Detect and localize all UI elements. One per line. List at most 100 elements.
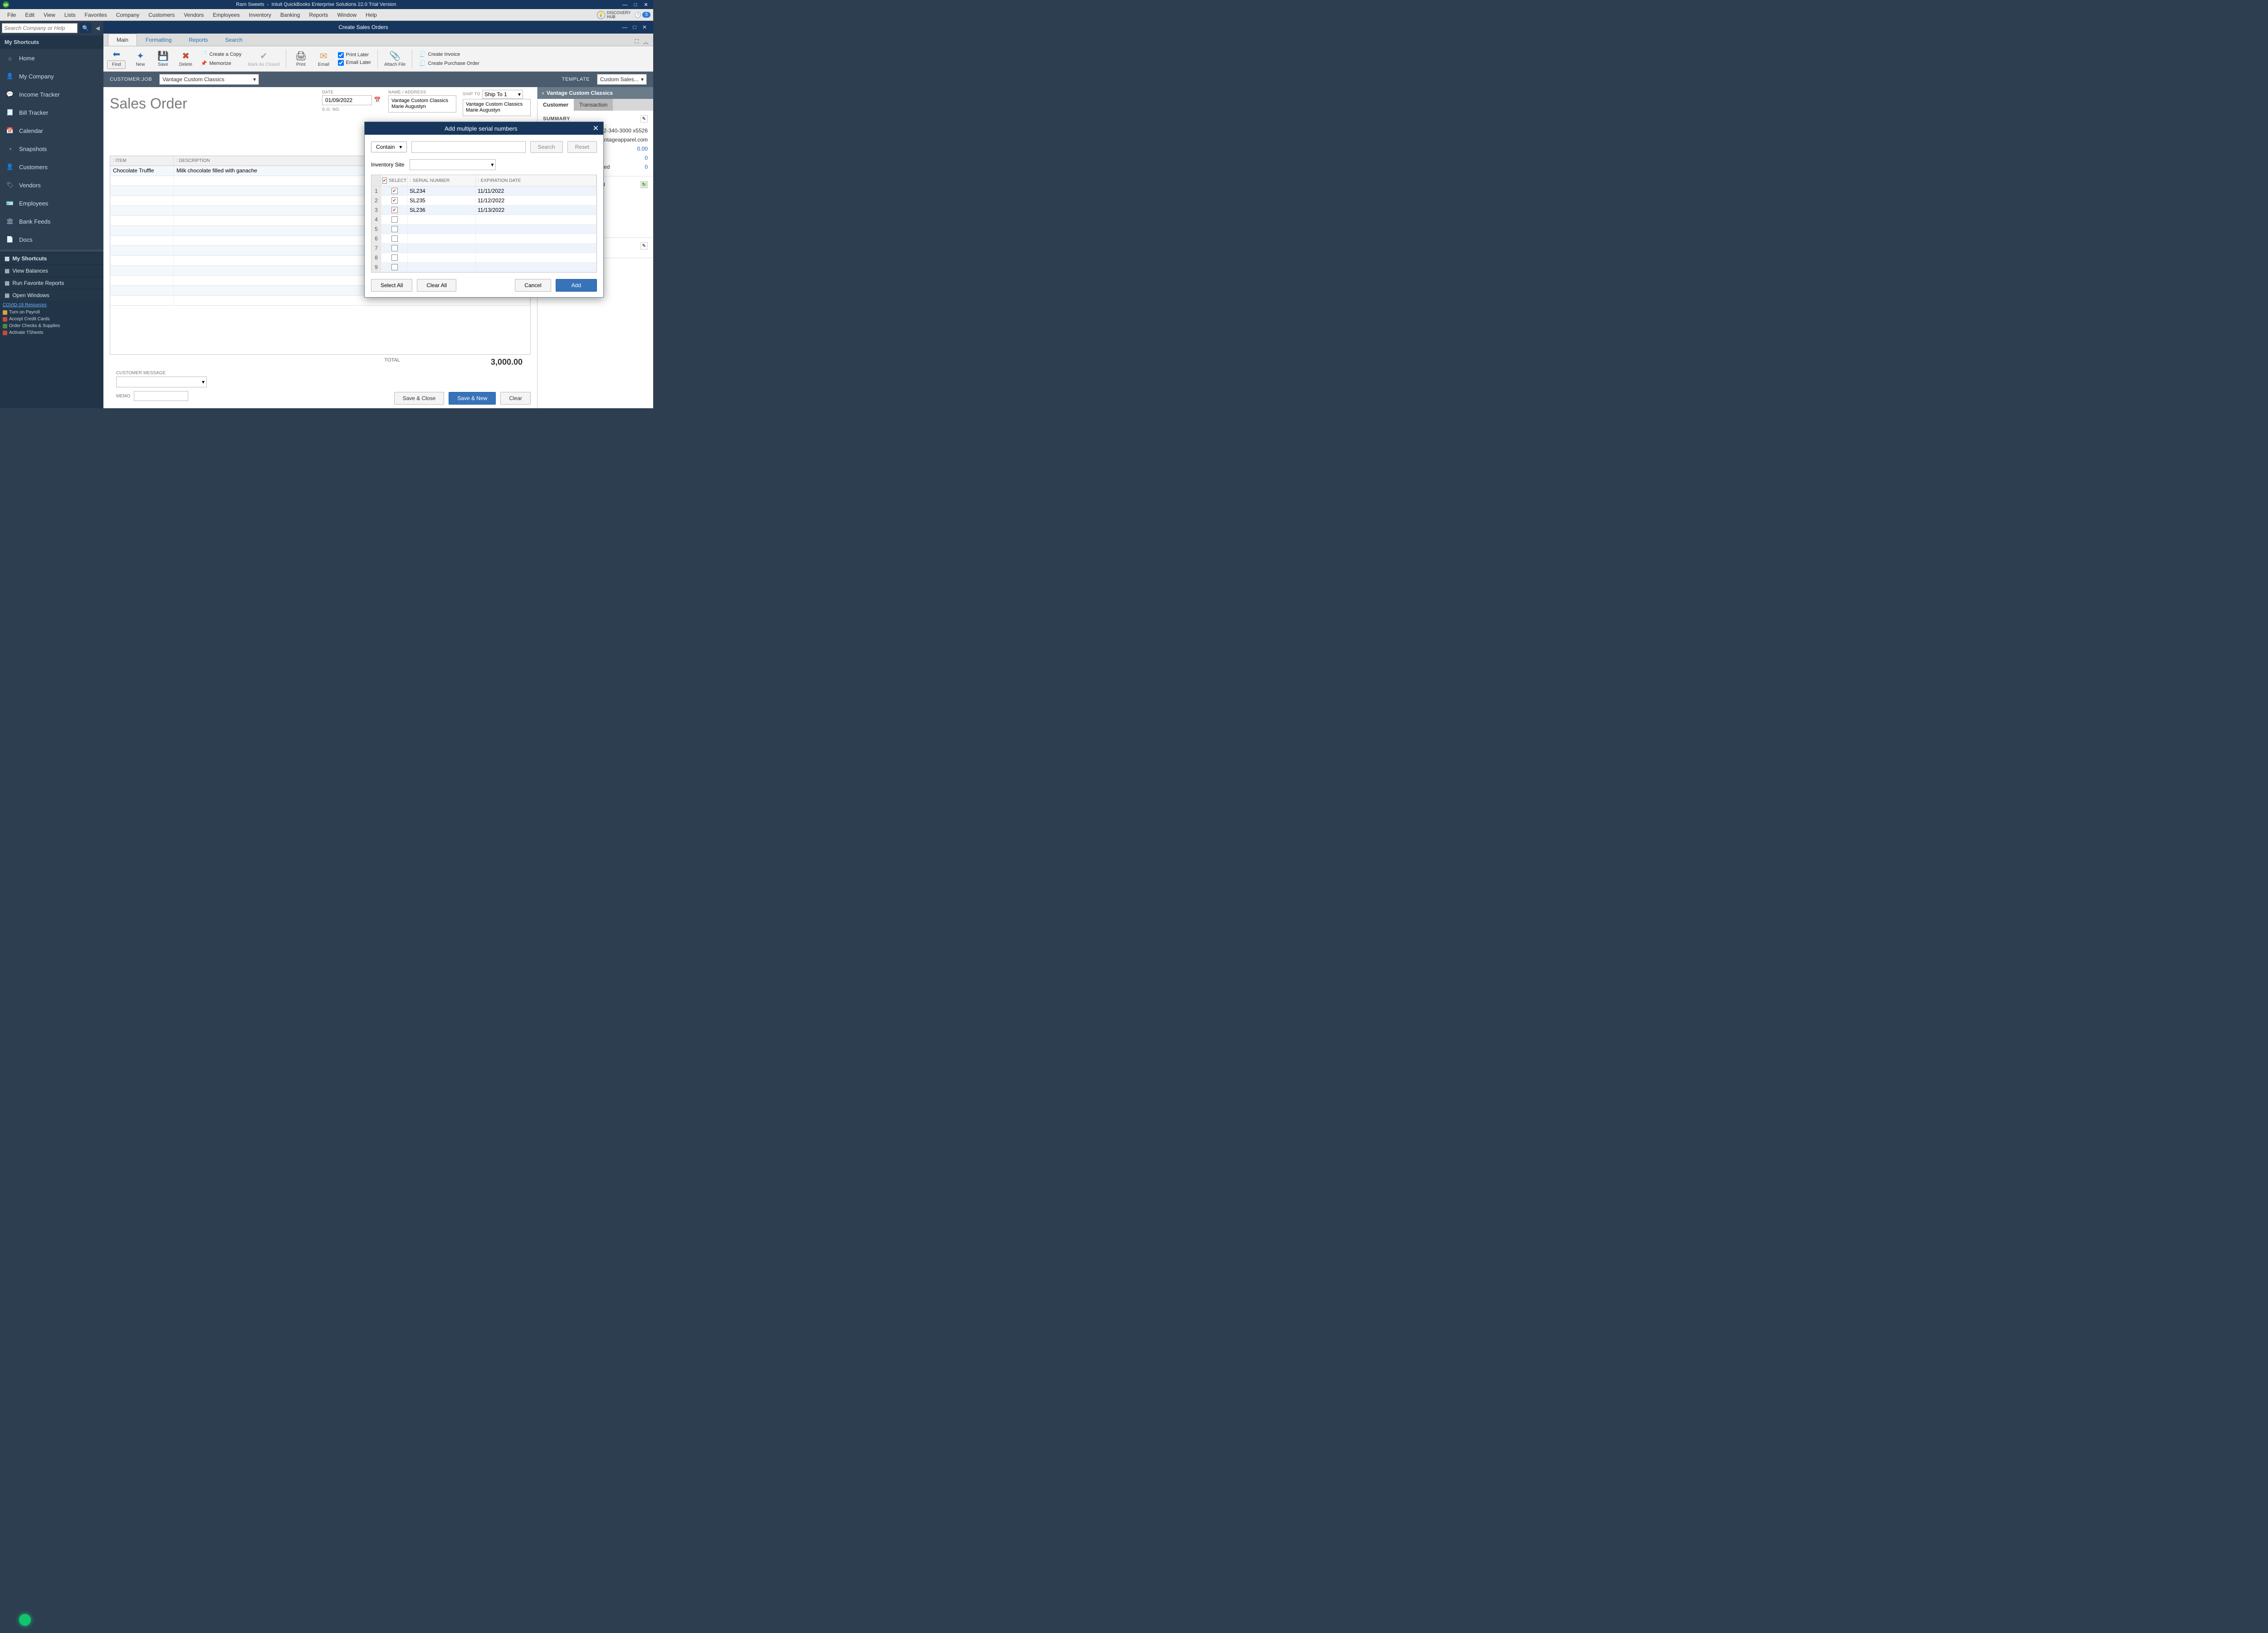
delete-button[interactable]: ✖Delete — [177, 50, 194, 67]
subwin-maximize[interactable]: □ — [630, 24, 640, 30]
row-checkbox[interactable]: ✔ — [391, 197, 398, 204]
edit-notes-button[interactable]: ✎ — [640, 242, 648, 249]
new-button[interactable]: ✦New — [132, 50, 148, 67]
menu-reports[interactable]: Reports — [304, 10, 332, 20]
shipto-address-input[interactable]: Vantage Custom Classics Marie Augustyn — [463, 99, 531, 116]
row-checkbox[interactable] — [391, 264, 398, 270]
sidebar-item-employees[interactable]: 🪪Employees — [0, 194, 103, 212]
customer-message-select[interactable]: ▾ — [116, 376, 207, 387]
rp-tab-customer[interactable]: Customer — [538, 99, 574, 111]
serial-search-button[interactable]: Search — [530, 141, 563, 153]
sidebar-item-home[interactable]: ⌂Home — [0, 49, 103, 67]
menu-vendors[interactable]: Vendors — [179, 10, 208, 20]
sidebar-view-balances[interactable]: ▦View Balances — [0, 264, 103, 277]
covid-link[interactable]: COVID-19 Resources — [0, 301, 103, 309]
row-checkbox[interactable] — [391, 235, 398, 242]
tab-formatting[interactable]: Formatting — [137, 34, 180, 46]
menu-window[interactable]: Window — [332, 10, 361, 20]
create-invoice-button[interactable]: 🧾Create Invoice — [419, 51, 479, 58]
chevron-up-icon[interactable]: ︿ — [643, 38, 649, 46]
menu-lists[interactable]: Lists — [60, 10, 80, 20]
serial-reset-button[interactable]: Reset — [567, 141, 597, 153]
shipto-select[interactable]: Ship To 1▾ — [482, 90, 523, 99]
inventory-site-select[interactable]: ▾ — [410, 159, 496, 170]
sidebar-item-snapshots[interactable]: ◔Snapshots — [0, 140, 103, 158]
mini-link-3[interactable]: Activate TSheets — [0, 329, 103, 336]
menu-edit[interactable]: Edit — [20, 10, 39, 20]
clear-button[interactable]: Clear — [500, 392, 531, 405]
rp-tab-transaction[interactable]: Transaction — [574, 99, 613, 111]
sidebar-item-docs[interactable]: 📄Docs — [0, 230, 103, 249]
create-po-button[interactable]: 🧾Create Purchase Order — [419, 60, 479, 67]
menu-inventory[interactable]: Inventory — [244, 10, 276, 20]
mini-link-2[interactable]: Order Checks & Supplies — [0, 323, 103, 329]
collapse-sidebar-button[interactable]: ◀ — [93, 25, 102, 31]
add-button[interactable]: Add — [556, 279, 597, 292]
modal-close-button[interactable]: ✕ — [593, 124, 599, 133]
sidebar-item-customers[interactable]: 👤Customers — [0, 158, 103, 176]
serial-search-input[interactable] — [411, 141, 525, 153]
menu-help[interactable]: Help — [361, 10, 381, 20]
menu-favorites[interactable]: Favorites — [80, 10, 112, 20]
row-checkbox[interactable] — [391, 216, 398, 223]
sidebar-open-windows[interactable]: ▦Open Windows — [0, 289, 103, 301]
serial-row[interactable]: 1✔SL23411/11/2022 — [371, 186, 596, 196]
save-new-button[interactable]: Save & New — [449, 392, 496, 405]
sidebar-item-income-tracker[interactable]: 💬Income Tracker — [0, 85, 103, 103]
mark-closed-button[interactable]: ✔Mark As Closed — [248, 50, 279, 67]
save-close-button[interactable]: Save & Close — [394, 392, 445, 405]
date-input[interactable]: 01/09/2022 — [322, 95, 372, 105]
template-select[interactable]: Custom Sales...▾ — [597, 74, 647, 85]
subwin-minimize[interactable]: — — [620, 24, 630, 30]
serial-row[interactable]: 2✔SL23511/12/2022 — [371, 196, 596, 205]
serial-row[interactable]: 9 — [371, 263, 596, 272]
row-checkbox[interactable]: ✔ — [391, 188, 398, 194]
discovery-hub-button[interactable]: 💡 DISCOVERYHUB — [597, 11, 631, 19]
tab-reports[interactable]: Reports — [180, 34, 216, 46]
clear-all-button[interactable]: Clear All — [417, 279, 456, 292]
sidebar-item-vendors[interactable]: 🏷Vendors — [0, 176, 103, 194]
menu-banking[interactable]: Banking — [276, 10, 304, 20]
attach-file-button[interactable]: 📎Attach File — [384, 50, 406, 67]
close-icon[interactable]: ✕ — [641, 2, 650, 8]
edit-summary-button[interactable]: ✎ — [640, 115, 648, 122]
search-input[interactable] — [2, 23, 78, 33]
refresh-recent-button[interactable]: ↻ — [640, 181, 648, 188]
mini-link-1[interactable]: Accept Credit Cards — [0, 316, 103, 323]
sidebar-item-bank-feeds[interactable]: 🏛Bank Feeds — [0, 212, 103, 230]
menu-customers[interactable]: Customers — [144, 10, 179, 20]
menu-file[interactable]: File — [3, 10, 20, 20]
tab-search[interactable]: Search — [216, 34, 251, 46]
serial-row[interactable]: 5 — [371, 225, 596, 234]
reminders-badge[interactable]: 🕒 5 — [634, 12, 650, 18]
row-checkbox[interactable] — [391, 245, 398, 251]
serial-row[interactable]: 3✔SL23611/13/2022 — [371, 205, 596, 215]
row-checkbox[interactable] — [391, 254, 398, 261]
menu-view[interactable]: View — [39, 10, 60, 20]
mini-link-0[interactable]: Turn on Payroll — [0, 309, 103, 316]
presence-icon[interactable] — [19, 1614, 31, 1626]
expand-icon[interactable]: ⛶ — [635, 38, 639, 46]
memo-input[interactable] — [134, 391, 188, 401]
email-later-checkbox[interactable]: Email Later — [338, 60, 371, 66]
print-button[interactable]: 🖨Print — [293, 50, 309, 67]
calendar-icon[interactable]: 📅 — [373, 95, 382, 104]
sidebar-run-reports[interactable]: ▦Run Favorite Reports — [0, 277, 103, 289]
email-button[interactable]: ✉Email — [315, 50, 332, 67]
save-button[interactable]: 💾Save — [155, 50, 171, 67]
select-all-button[interactable]: Select All — [371, 279, 412, 292]
condition-select[interactable]: Contain▾ — [371, 142, 407, 152]
sidebar-my-shortcuts[interactable]: ▦My Shortcuts — [0, 252, 103, 264]
row-checkbox[interactable] — [391, 226, 398, 232]
serial-row[interactable]: 7 — [371, 244, 596, 253]
sidebar-item-my-company[interactable]: 👤My Company — [0, 67, 103, 85]
row-checkbox[interactable]: ✔ — [391, 207, 398, 213]
serial-row[interactable]: 6 — [371, 234, 596, 244]
serial-row[interactable]: 4 — [371, 215, 596, 225]
customer-select[interactable]: Vantage Custom Classics▾ — [159, 74, 259, 85]
find-tool[interactable]: ⬅ Find — [107, 49, 126, 69]
search-button[interactable]: 🔍 — [79, 23, 92, 33]
maximize-icon[interactable]: □ — [631, 2, 640, 8]
sidebar-item-bill-tracker[interactable]: 🧾Bill Tracker — [0, 103, 103, 122]
sidebar-item-calendar[interactable]: 📅Calendar — [0, 122, 103, 140]
